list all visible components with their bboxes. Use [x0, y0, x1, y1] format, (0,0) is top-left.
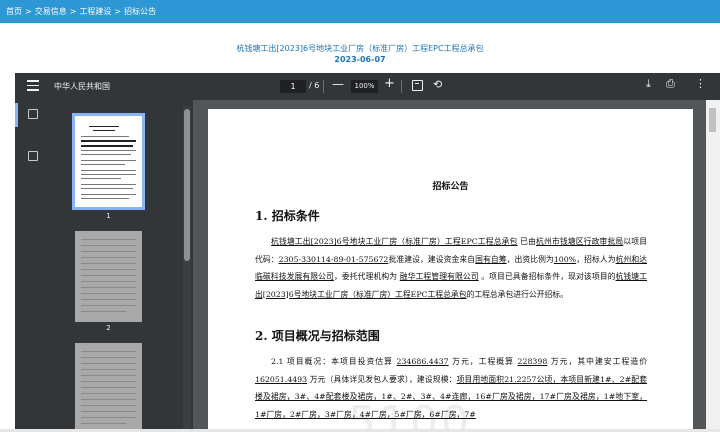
zoom-input[interactable]: 100% — [351, 80, 378, 93]
pdf-toolbar: 中华人民共和国 1 / 6 — 100% + ⟲ ⤓ ⎙ ⋮ — [15, 73, 720, 100]
zoom-in-button[interactable]: + — [384, 76, 395, 91]
announcement-title: 杭钱塘工出[2023]6号地块工业厂房（标准厂房）工程EPC工程总承包 — [236, 44, 484, 53]
document-title: 招标公告 — [432, 182, 469, 192]
page-number-input[interactable]: 1 — [280, 80, 306, 93]
thumbnail-sidebar: 1 2 — [15, 100, 193, 432]
page-thumbnail-2[interactable] — [75, 231, 142, 322]
page-total: / 6 — [309, 81, 319, 90]
thumbnail-list: 1 2 — [55, 100, 175, 432]
page-thumbnail-3[interactable] — [75, 343, 142, 432]
toolbar-divider — [401, 80, 402, 93]
breadcrumb-bid-notice[interactable]: 招标公告 — [124, 7, 156, 16]
main-scrollbar[interactable] — [706, 100, 720, 432]
toolbar-divider — [323, 80, 324, 93]
pdf-page: 招标公告 1. 招标条件 杭钱塘工出[2023]6号地块工业厂房（标准厂房）工程… — [208, 109, 693, 432]
watermark: 5100 — [348, 397, 472, 432]
pdf-viewer: 中华人民共和国 1 / 6 — 100% + ⟲ ⤓ ⎙ ⋮ 1 2 招标公告 … — [15, 73, 720, 432]
thumbnail-label: 2 — [106, 324, 111, 332]
section-heading: 2. 项目概况与招标范围 — [255, 329, 380, 343]
outline-tab-icon[interactable] — [28, 151, 38, 161]
total-pages: 6 — [314, 81, 320, 90]
breadcrumb-home[interactable]: 首页 — [6, 7, 22, 16]
sidebar-scrollbar[interactable] — [183, 106, 191, 432]
active-tab-indicator — [15, 103, 18, 127]
menu-icon[interactable] — [27, 80, 39, 92]
breadcrumb-separator: > — [114, 7, 122, 16]
more-options-icon[interactable]: ⋮ — [695, 77, 706, 90]
announcement-header: 杭钱塘工出[2023]6号地块工业厂房（标准厂房）工程EPC工程总承包 2023… — [0, 23, 720, 68]
breadcrumb: 首页 > 交易信息 > 工程建设 > 招标公告 — [0, 0, 720, 23]
fit-page-icon[interactable] — [412, 80, 423, 91]
breadcrumb-trade-info[interactable]: 交易信息 — [35, 7, 67, 16]
sidebar-scroll-thumb[interactable] — [184, 109, 190, 261]
page-thumbnail-1[interactable] — [72, 113, 145, 210]
page-separator: / — [309, 81, 312, 90]
breadcrumb-construction[interactable]: 工程建设 — [79, 7, 111, 16]
breadcrumb-separator: > — [69, 7, 77, 16]
download-icon[interactable]: ⤓ — [646, 77, 651, 91]
breadcrumb-separator: > — [25, 7, 32, 16]
main-scroll-thumb[interactable] — [709, 108, 716, 132]
document-name: 中华人民共和国 — [54, 82, 110, 91]
section-heading: 1. 招标条件 — [255, 209, 320, 223]
announcement-date: 2023-06-07 — [334, 55, 386, 64]
thumbnail-label: 1 — [106, 212, 111, 220]
tender-conditions-paragraph: 杭钱塘工出[2023]6号地块工业厂房（标准厂房）工程EPC工程总承包 已由杭州… — [255, 237, 648, 299]
rotate-icon[interactable]: ⟲ — [433, 78, 442, 91]
thumbnails-tab-icon[interactable] — [28, 109, 38, 119]
print-icon[interactable]: ⎙ — [666, 77, 675, 91]
zoom-out-button[interactable]: — — [332, 77, 344, 91]
